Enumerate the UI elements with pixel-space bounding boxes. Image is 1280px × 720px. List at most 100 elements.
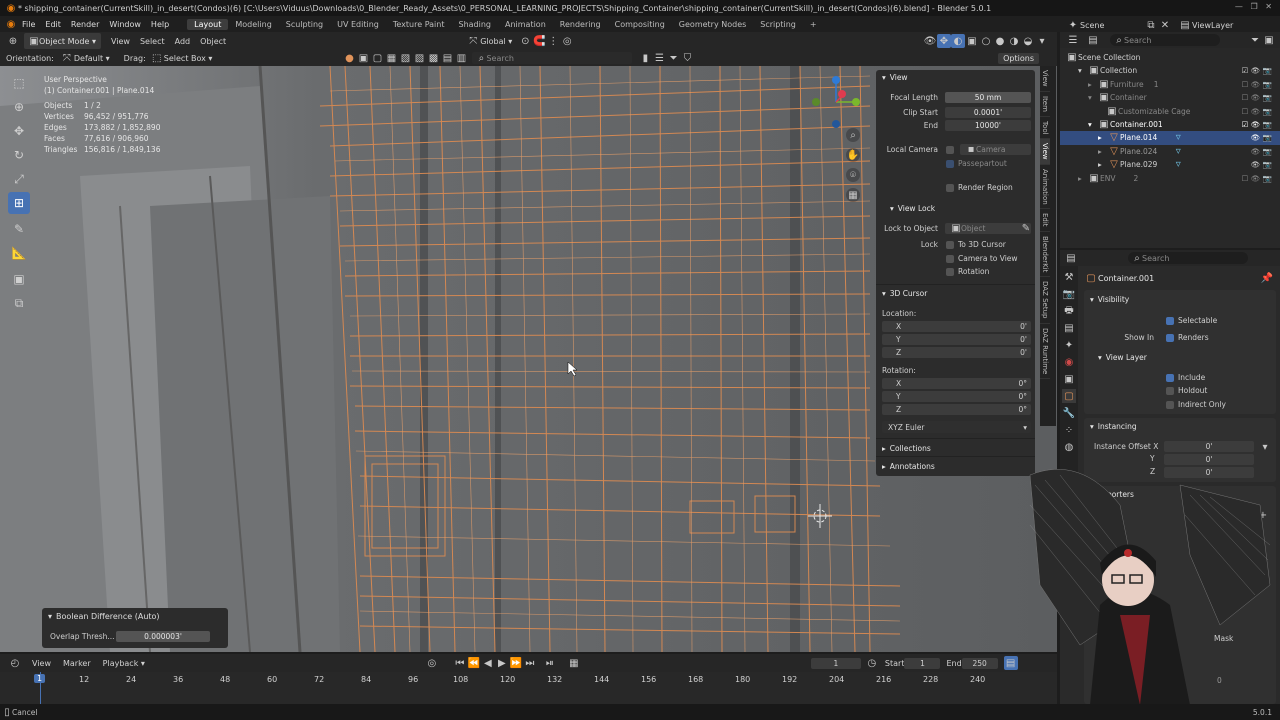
camera-to-view-checkbox[interactable]: Camera to View	[946, 254, 1018, 263]
cursor-rotation-x[interactable]: X 0°	[882, 378, 1031, 389]
instancing-header[interactable]: ▾ Instancing	[1090, 422, 1137, 431]
selectable-checkbox[interactable]: Selectable	[1166, 316, 1217, 325]
clip-end-field[interactable]: 10000'	[945, 120, 1031, 131]
visibility-icon[interactable]: 👁	[923, 34, 937, 48]
snap-target-icon[interactable]: ⋮	[546, 34, 560, 48]
new-collection-icon[interactable]: ▣	[1262, 33, 1276, 47]
outliner-row-container-001[interactable]: ▾ ▣ Container.001 ☑ 👁 📷	[1060, 118, 1280, 131]
collections-header[interactable]: ▸ Collections	[882, 444, 931, 453]
next-keyframe-icon[interactable]: ⏩	[509, 656, 523, 670]
tab-tool[interactable]: Tool	[1040, 117, 1050, 140]
snap-icon[interactable]: 🧲	[532, 34, 546, 48]
rendered-shading-icon[interactable]: ◒	[1021, 34, 1035, 48]
add-extra-tool-icon[interactable]: ⧉	[8, 292, 30, 314]
timeline-settings-icon[interactable]: ▤	[1003, 656, 1018, 670]
tab-edit[interactable]: Edit	[1040, 209, 1050, 233]
jump-start-icon[interactable]: ⏮	[453, 656, 467, 670]
window-controls[interactable]: — ❐ ✕	[1235, 2, 1272, 11]
pivot-icon[interactable]: ⊙	[518, 34, 532, 48]
overlay-icon[interactable]: ◐	[951, 34, 965, 48]
cursor-location-y[interactable]: Y 0'	[882, 334, 1031, 345]
holdout-checkbox[interactable]: Holdout	[1166, 386, 1207, 395]
prev-keyframe-icon[interactable]: ⏪	[467, 656, 481, 670]
zoom-icon[interactable]: ⌕	[846, 128, 860, 142]
transform-tool-icon[interactable]: ⊞	[8, 192, 30, 214]
tab-animation[interactable]: Animation	[1040, 165, 1050, 210]
workspace-tab-modeling[interactable]: Modeling	[228, 19, 278, 30]
tool-props-icon[interactable]: ⚒	[1062, 270, 1076, 284]
workspace-tab-sculpting[interactable]: Sculpting	[279, 19, 330, 30]
mode-dropdown[interactable]: ▣ Object Mode ▾	[24, 33, 101, 49]
tab-view[interactable]: View	[1040, 139, 1050, 165]
play-icon[interactable]: ▶	[495, 656, 509, 670]
orientation-dropdown[interactable]: ⤧ Default ▾	[60, 51, 110, 65]
timeline-menu-marker[interactable]: Marker	[63, 659, 91, 668]
eyedropper-icon[interactable]: ✎	[1021, 222, 1031, 236]
select-box-tool-icon[interactable]: ⬚	[8, 72, 30, 94]
menu-view[interactable]: View	[111, 37, 130, 46]
workspace-tab-rendering[interactable]: Rendering	[553, 19, 608, 30]
select-mode-icon-6[interactable]: ▩	[426, 51, 440, 65]
cursor-tool-icon[interactable]: ⊕	[8, 96, 30, 118]
properties-search[interactable]: ⌕ Search	[1128, 252, 1248, 264]
timeline-track[interactable]: 1 12 24 36 48 60 72 84 96 108 120 132 14…	[0, 672, 1057, 704]
viewlayer-name[interactable]: ViewLayer	[1192, 21, 1252, 30]
view-layer-props-icon[interactable]: ▤	[1062, 321, 1076, 335]
keying-icon[interactable]: ⏯	[543, 656, 557, 670]
select-mode-icon-7[interactable]: ▤	[440, 51, 454, 65]
3d-cursor-header[interactable]: ▾ 3D Cursor	[882, 289, 927, 298]
chevron-down-icon[interactable]: ▾	[1258, 440, 1272, 454]
pin-icon[interactable]: 📌	[1260, 271, 1274, 285]
cursor-rotation-y[interactable]: Y 0°	[882, 391, 1031, 402]
tab-view-1[interactable]: View	[1040, 66, 1050, 92]
menu-select[interactable]: Select	[140, 37, 165, 46]
timeline-menu-playback[interactable]: Playback	[103, 659, 139, 668]
end-frame-field[interactable]: 250	[961, 657, 998, 669]
playhead[interactable]: 1	[34, 674, 46, 683]
workspace-tab-layout[interactable]: Layout	[187, 18, 229, 30]
timeline-editor-icon[interactable]: ◴	[8, 656, 22, 670]
workspace-tab-scripting[interactable]: Scripting	[753, 19, 803, 30]
view-section-header[interactable]: ▾ View	[882, 73, 908, 82]
editor-type-icon[interactable]: ⊕	[6, 34, 20, 48]
select-mode-icon-3[interactable]: ▦	[384, 51, 398, 65]
menu-add[interactable]: Add	[175, 37, 191, 46]
tab-blenderkit[interactable]: BlenderKit	[1040, 232, 1050, 278]
measure-tool-icon[interactable]: 📐	[8, 242, 30, 264]
bookmark-icon[interactable]: ▮	[638, 51, 652, 65]
visibility-toggle-icon[interactable]: ●	[342, 51, 356, 65]
select-mode-icon-8[interactable]: ▥	[454, 51, 468, 65]
physics-props-icon[interactable]: ◍	[1062, 440, 1076, 454]
pan-hand-icon[interactable]: ✋	[846, 148, 860, 162]
outliner-row-customizable-cage[interactable]: ▣ Customizable Cage ☐ 👁 📷	[1060, 105, 1280, 118]
select-mode-icon-5[interactable]: ▨	[412, 51, 426, 65]
scene-props-icon[interactable]: ✦	[1062, 338, 1076, 352]
shield-icon[interactable]: ⛉	[680, 51, 694, 65]
blender-menu-icon[interactable]: ◉	[4, 17, 18, 31]
clip-start-field[interactable]: 0.0001'	[945, 107, 1031, 118]
filter-icon[interactable]: ⏷	[666, 51, 680, 65]
workspace-tab-geometry-nodes[interactable]: Geometry Nodes	[672, 19, 753, 30]
record-icon[interactable]: ◎	[425, 656, 439, 670]
start-frame-field[interactable]: 1	[904, 657, 941, 669]
workspace-tab-animation[interactable]: Animation	[498, 19, 553, 30]
options-button[interactable]: Options	[998, 52, 1039, 64]
world-props-icon[interactable]: ◉	[1062, 355, 1076, 369]
renders-checkbox[interactable]: Renders	[1166, 333, 1209, 342]
list-icon[interactable]: ☰	[652, 51, 666, 65]
outliner-row-plane-029[interactable]: ▸ ▽ Plane.029 ▿ 👁 📷	[1060, 158, 1280, 171]
include-checkbox[interactable]: Include	[1166, 373, 1205, 382]
wireframe-shading-icon[interactable]: ○	[979, 34, 993, 48]
outliner-row-container[interactable]: ▾ ▣ Container ☐ 👁 📷	[1060, 91, 1280, 104]
outliner-row-plane-014[interactable]: ▸ ▽ Plane.014 ▿ 👁 📷	[1060, 131, 1280, 145]
menu-edit[interactable]: Edit	[45, 20, 61, 29]
gizmo-icon[interactable]: ✥	[937, 34, 951, 48]
keying-set-icon[interactable]: ▦	[567, 656, 581, 670]
render-props-icon[interactable]: 📷	[1062, 287, 1076, 301]
rotation-lock-checkbox[interactable]: Rotation	[946, 267, 989, 276]
play-reverse-icon[interactable]: ◀	[481, 656, 495, 670]
outliner-search[interactable]: ⌕ Search	[1110, 34, 1220, 46]
indirect-only-checkbox[interactable]: Indirect Only	[1166, 400, 1226, 409]
scene-name[interactable]: Scene	[1080, 21, 1144, 30]
annotate-tool-icon[interactable]: ✎	[8, 218, 30, 240]
